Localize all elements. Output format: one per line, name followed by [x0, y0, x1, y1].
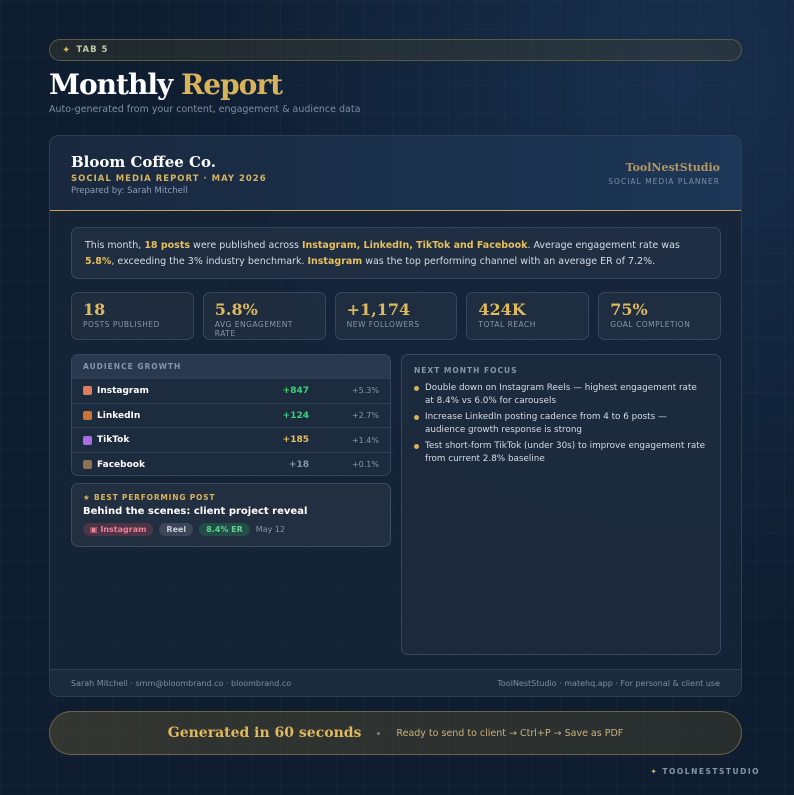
best-post-tag: ★ BEST PERFORMING POST — [83, 493, 379, 502]
stat-label: AVG ENGAGEMENT RATE — [214, 320, 293, 338]
tab-label: TAB 5 — [76, 45, 109, 55]
focus-heading: NEXT MONTH FOCUS — [414, 366, 518, 375]
stat-value: 18 — [83, 300, 106, 319]
report-card: Bloom Coffee Co. SOCIAL MEDIA REPORT · M… — [49, 135, 742, 697]
stat-label: POSTS PUBLISHED — [83, 320, 160, 329]
summary-text: . Average engagement rate was — [527, 240, 680, 251]
stat-value: 5.8% — [214, 300, 258, 319]
separator-dot-icon — [377, 731, 381, 735]
stat-value: 75% — [610, 300, 648, 319]
stat-label: GOAL COMPLETION — [610, 320, 691, 329]
stat-card: 5.8% AVG ENGAGEMENT RATE — [202, 292, 326, 340]
summary-box: This month, 18 posts were published acro… — [71, 227, 721, 279]
growth-value: +18 — [288, 459, 309, 470]
list-item: Increase LinkedIn posting cadence from 4… — [414, 411, 708, 436]
title-part-2: Report — [180, 68, 283, 101]
platform-cell: Facebook — [83, 460, 249, 470]
bullet-icon — [414, 415, 419, 420]
title-part-1: Monthly — [49, 68, 173, 101]
stat-card: 75% GOAL COMPLETION — [598, 292, 721, 340]
growth-percent: +2.7% — [351, 411, 379, 421]
table-row: TikTok +185 +1.4% — [72, 427, 390, 452]
report-header: Bloom Coffee Co. SOCIAL MEDIA REPORT · M… — [50, 136, 741, 211]
summary-highlight: Instagram, LinkedIn, TikTok and Facebook — [301, 240, 528, 251]
summary-highlight: 5.8% — [85, 256, 112, 267]
sparkle-icon: ✦ — [62, 44, 71, 56]
growth-percent: +5.3% — [351, 386, 379, 396]
platform-name: Instagram — [97, 385, 149, 396]
focus-item-text: Double down on Instagram Reels — highest… — [425, 383, 697, 406]
best-post-title: Behind the scenes: client project reveal — [83, 506, 308, 517]
list-item: Test short-form TikTok (under 30s) to im… — [414, 440, 708, 465]
corner-branding: ✦ TOOLNESTSTUDIO — [651, 767, 761, 776]
summary-text: This month, — [85, 240, 145, 251]
banner-title: Generated in 60 seconds — [167, 725, 362, 741]
corner-label: TOOLNESTSTUDIO — [662, 767, 760, 776]
stat-label: TOTAL REACH — [478, 320, 536, 329]
facebook-icon — [83, 460, 92, 470]
summary-highlight: 18 posts — [144, 240, 191, 251]
best-post-chips: ▣ Instagram Reel 8.4% ER May 12 — [83, 523, 379, 536]
tiktok-icon — [83, 435, 92, 445]
banner-subtitle: Ready to send to client → Ctrl+P → Save … — [396, 727, 624, 739]
platform-chip-label: Instagram — [100, 525, 147, 534]
instagram-icon — [83, 386, 92, 396]
table-row: LinkedIn +124 +2.7% — [72, 402, 390, 428]
tab-bar[interactable]: ✦ TAB 5 — [49, 39, 742, 61]
audience-growth-table: AUDIENCE GROWTH Instagram +847 +5.3% Lin… — [71, 354, 391, 476]
format-chip: Reel — [159, 523, 194, 536]
focus-item-text: Test short-form TikTok (under 30s) to im… — [425, 441, 706, 464]
stat-label: NEW FOLLOWERS — [346, 320, 420, 329]
growth-value: +124 — [282, 410, 309, 421]
summary-text: , exceeding the 3% industry benchmark. — [111, 256, 308, 267]
report-footer: Sarah Mitchell · smm@bloombrand.co · blo… — [50, 669, 741, 696]
growth-percent: +1.4% — [351, 435, 379, 445]
table-row: Facebook +18 +0.1% — [72, 452, 390, 475]
summary-text: were published across — [190, 240, 302, 251]
stat-card: +1,174 NEW FOLLOWERS — [334, 292, 458, 340]
best-post-tag-label: BEST PERFORMING POST — [93, 493, 216, 502]
platform-chip: ▣ Instagram — [83, 523, 154, 536]
prepared-by: Prepared by: Sarah Mitchell — [71, 186, 188, 196]
summary-text: was the top performing channel with an a… — [362, 256, 656, 267]
platform-cell: TikTok — [83, 435, 249, 445]
platform-name: LinkedIn — [97, 410, 141, 421]
best-post-card: ★ BEST PERFORMING POST Behind the scenes… — [71, 483, 391, 547]
audience-growth-heading: AUDIENCE GROWTH — [72, 355, 390, 378]
stat-card: 18 POSTS PUBLISHED — [71, 292, 194, 340]
linkedin-icon — [83, 411, 92, 421]
footer-credit: ToolNestStudio · matehq.app · For person… — [497, 678, 720, 688]
studio-branding: ToolNestStudio SOCIAL MEDIA PLANNER — [608, 161, 720, 186]
bullet-icon — [414, 386, 419, 391]
post-date: May 12 — [255, 525, 286, 534]
stat-value: +1,174 — [346, 300, 411, 319]
sparkle-icon: ✦ — [650, 767, 659, 776]
stats-row: 18 POSTS PUBLISHED 5.8% AVG ENGAGEMENT R… — [71, 292, 721, 340]
page-subtitle: Auto-generated from your content, engage… — [49, 104, 361, 115]
generated-banner[interactable]: Generated in 60 seconds Ready to send to… — [49, 711, 742, 755]
stat-value: 424K — [478, 300, 526, 319]
growth-value: +185 — [282, 435, 309, 446]
next-month-focus: NEXT MONTH FOCUS Double down on Instagra… — [401, 354, 721, 655]
platform-name: TikTok — [97, 435, 130, 446]
studio-tagline: SOCIAL MEDIA PLANNER — [608, 177, 720, 186]
summary-highlight: Instagram — [307, 256, 363, 267]
page-title: Monthly Report — [49, 68, 283, 101]
instagram-icon: ▣ — [90, 525, 98, 534]
growth-percent: +0.1% — [351, 460, 379, 470]
focus-item-text: Increase LinkedIn posting cadence from 4… — [425, 412, 667, 435]
star-icon: ★ — [83, 493, 91, 502]
focus-list: Double down on Instagram Reels — highest… — [414, 382, 708, 465]
table-row: Instagram +847 +5.3% — [72, 378, 390, 403]
stat-card: 424K TOTAL REACH — [466, 292, 590, 340]
er-chip: 8.4% ER — [199, 523, 250, 536]
growth-value: +847 — [282, 385, 309, 396]
platform-cell: LinkedIn — [83, 411, 249, 421]
bullet-icon — [414, 444, 419, 449]
footer-contact: Sarah Mitchell · smm@bloombrand.co · blo… — [71, 678, 292, 688]
platform-name: Facebook — [97, 459, 145, 470]
platform-cell: Instagram — [83, 386, 249, 396]
studio-name: ToolNestStudio — [625, 161, 720, 174]
list-item: Double down on Instagram Reels — highest… — [414, 382, 708, 407]
